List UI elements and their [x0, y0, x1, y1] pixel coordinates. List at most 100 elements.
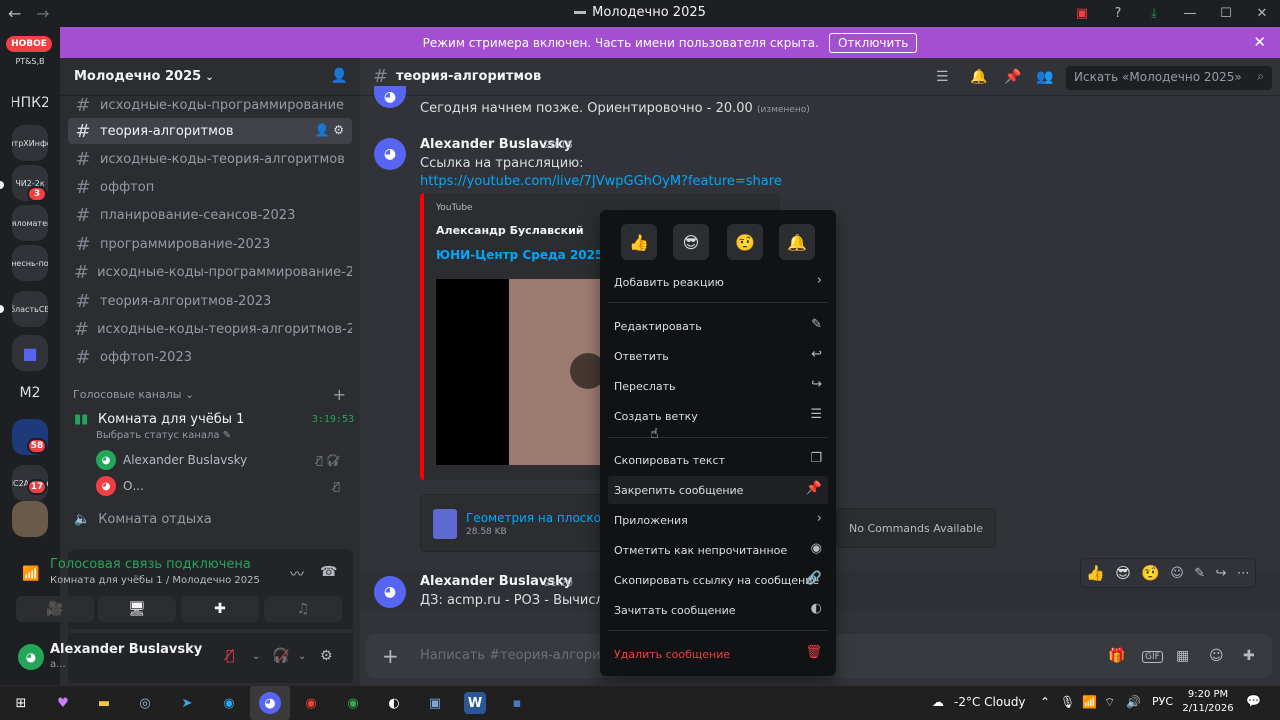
chrome-profile-icon[interactable]: ◉: [342, 692, 364, 714]
channel-item[interactable]: # оффтоп-2023: [68, 344, 352, 370]
folder-icon[interactable]: ■: [12, 335, 48, 371]
notification-bell-icon[interactable]: 🔔: [970, 69, 987, 85]
menu-item-apps[interactable]: Приложения ›: [608, 506, 828, 534]
app-icon[interactable]: ♥: [52, 692, 74, 714]
edge-icon[interactable]: ◉: [218, 692, 240, 714]
banner-close-icon[interactable]: ✕: [1253, 33, 1266, 51]
server-item[interactable]: птрХИнфо: [12, 125, 48, 161]
weather-icon[interactable]: ☁: [932, 695, 944, 709]
sticker-icon[interactable]: ▦: [1176, 648, 1189, 664]
volume-icon[interactable]: 🔊: [1126, 695, 1141, 709]
server-item[interactable]: PT&S,B: [12, 47, 48, 75]
menu-item-copy-link[interactable]: Скопировать ссылку на сообщение 🔗: [608, 566, 828, 594]
channel-item[interactable]: # исходные-коды-программирование-2...: [68, 259, 352, 285]
add-reaction-icon[interactable]: ☺: [1170, 566, 1184, 581]
tray-chevron-up-icon[interactable]: ⌃: [1040, 695, 1050, 709]
server-item[interactable]: М2: [12, 375, 48, 411]
menu-item-speak-message[interactable]: Зачитать сообщение ◐: [608, 596, 828, 624]
menu-item-edit[interactable]: Редактировать ✎: [608, 312, 828, 340]
channel-item[interactable]: # теория-алгоритмов-2023: [68, 288, 352, 314]
voice-channel[interactable]: ▮▮ Комната для учёбы 1 3:19:53: [74, 409, 354, 429]
menu-item-forward[interactable]: Переслать ↪: [608, 372, 828, 400]
channel-item-active[interactable]: # теория-алгоритмов 👤 ⚙: [68, 118, 352, 144]
word-icon[interactable]: W: [464, 692, 486, 714]
app-icon[interactable]: ▣: [424, 692, 446, 714]
menu-item-pin-message[interactable]: Закрепить сообщение 📌: [608, 476, 828, 504]
member-list-icon[interactable]: 👥: [1036, 69, 1053, 85]
voice-user[interactable]: ◕ О... 🎙̸: [96, 474, 346, 498]
channel-settings-icon[interactable]: 👤 ⚙: [314, 123, 344, 137]
invite-people-icon[interactable]: 👤: [331, 68, 348, 84]
screen-share-button[interactable]: 🖥: [98, 596, 176, 622]
soundboard-button[interactable]: ♫: [264, 596, 342, 622]
network-icon[interactable]: 📶: [1082, 695, 1097, 709]
server-item[interactable]: НПК2: [12, 85, 48, 121]
file-explorer-icon[interactable]: ▬: [93, 692, 115, 714]
server-item[interactable]: бластьСБ: [12, 291, 48, 327]
wifi-icon[interactable]: ⌔: [1104, 695, 1115, 710]
microphone-icon[interactable]: 🎙: [1060, 695, 1075, 709]
help-icon[interactable]: ?: [1100, 6, 1136, 21]
discord-avatar-icon[interactable]: ◕: [374, 576, 406, 608]
windows-start-icon[interactable]: ⊞: [10, 692, 32, 714]
menu-item-copy-text[interactable]: Скопировать текст ❐: [608, 446, 828, 474]
language-indicator[interactable]: РУС: [1152, 695, 1173, 708]
close-icon[interactable]: ✕: [1244, 6, 1280, 21]
server-item[interactable]: Бизнеснь-польн: [12, 245, 48, 281]
channel-item[interactable]: # оффтоп: [68, 174, 352, 200]
server-avatar[interactable]: [12, 501, 48, 537]
message-link[interactable]: https://youtube.com/live/7JVwpGGhOyM?fea…: [420, 174, 782, 189]
file-attachment[interactable]: Геометрия на плоскост 28.58 KB: [420, 494, 615, 552]
weather-text[interactable]: -2°C Cloudy: [954, 695, 1026, 709]
thumbs-up-reaction-icon[interactable]: 👍: [1086, 564, 1105, 582]
headphones-muted-icon[interactable]: 🎧̸: [272, 648, 289, 664]
emoji-icon[interactable]: ☺: [1209, 648, 1224, 664]
file-name[interactable]: Геометрия на плоскост: [466, 511, 615, 525]
quick-reaction-bell[interactable]: 🔔: [779, 224, 815, 260]
edit-pencil-icon[interactable]: ✎: [1194, 566, 1205, 581]
gif-icon[interactable]: GIF: [1142, 651, 1163, 663]
user-avatar[interactable]: ◕: [18, 644, 44, 670]
menu-item-mark-unread[interactable]: Отметить как непрочитанное ◉: [608, 536, 828, 564]
disable-streamer-button[interactable]: Отключить: [828, 32, 918, 53]
chevron-down-icon[interactable]: ⌄: [252, 651, 260, 662]
chrome-icon[interactable]: ◉: [300, 692, 322, 714]
channel-item[interactable]: # исходные-коды-теория-алгоритмов-2...: [68, 316, 352, 342]
stream-icon[interactable]: ▣: [1064, 6, 1100, 21]
activities-button[interactable]: ✚: [181, 596, 259, 622]
forward-icon[interactable]: ↪: [1215, 566, 1226, 581]
embed-title[interactable]: ЮНИ-Центр Среда 2025 Те: [436, 248, 624, 262]
voice-channel[interactable]: 🔈 Комната отдыха: [74, 512, 212, 527]
channel-item[interactable]: # программирование-2023: [68, 231, 352, 257]
steam-icon[interactable]: ◎: [134, 692, 156, 714]
channel-item[interactable]: # исходные-коды-теория-алгоритмов: [68, 146, 352, 172]
disconnect-icon[interactable]: ☎: [320, 564, 337, 580]
discord-avatar-icon[interactable]: ◕: [374, 138, 406, 170]
mic-muted-icon[interactable]: 🎙̸: [226, 648, 234, 664]
pin-icon[interactable]: 📌: [1004, 69, 1021, 85]
raised-eyebrow-reaction-icon[interactable]: 🤨: [1141, 564, 1160, 582]
camera-button[interactable]: 🎥: [16, 596, 94, 622]
channel-item[interactable]: # планирование-сеансов-2023: [68, 202, 352, 228]
quick-reaction-thumbs-up[interactable]: 👍: [621, 224, 657, 260]
voice-category[interactable]: Голосовые каналы ⌄: [73, 388, 194, 401]
minimize-icon[interactable]: —: [1172, 6, 1208, 21]
signal-icon[interactable]: 📶: [22, 566, 39, 582]
channel-item[interactable]: # исходные-коды-программирование: [68, 92, 352, 118]
more-options-icon[interactable]: ⋯: [1237, 566, 1250, 581]
save-icon[interactable]: ▪: [506, 692, 528, 714]
server-item[interactable]: вяломатем: [12, 205, 48, 241]
noise-suppression-icon[interactable]: 〰: [290, 564, 304, 584]
notifications-icon[interactable]: 💬: [1246, 694, 1261, 708]
quick-reaction-raised-eyebrow[interactable]: 🤨: [727, 224, 763, 260]
obs-icon[interactable]: ◐: [383, 692, 405, 714]
add-attachment-icon[interactable]: +: [382, 644, 399, 668]
settings-gear-icon[interactable]: ⚙: [320, 648, 333, 664]
discord-taskbar-icon[interactable]: ◕: [259, 692, 281, 714]
gift-icon[interactable]: 🎁: [1108, 648, 1125, 664]
maximize-icon[interactable]: ☐: [1208, 6, 1244, 21]
sunglasses-reaction-icon[interactable]: 😎: [1115, 564, 1131, 582]
search-input[interactable]: Искать «Молодечно 2025» ⌕: [1066, 66, 1272, 90]
clock[interactable]: 9:20 PM 2/11/2026: [1180, 688, 1236, 716]
threads-icon[interactable]: ☰: [936, 69, 949, 85]
